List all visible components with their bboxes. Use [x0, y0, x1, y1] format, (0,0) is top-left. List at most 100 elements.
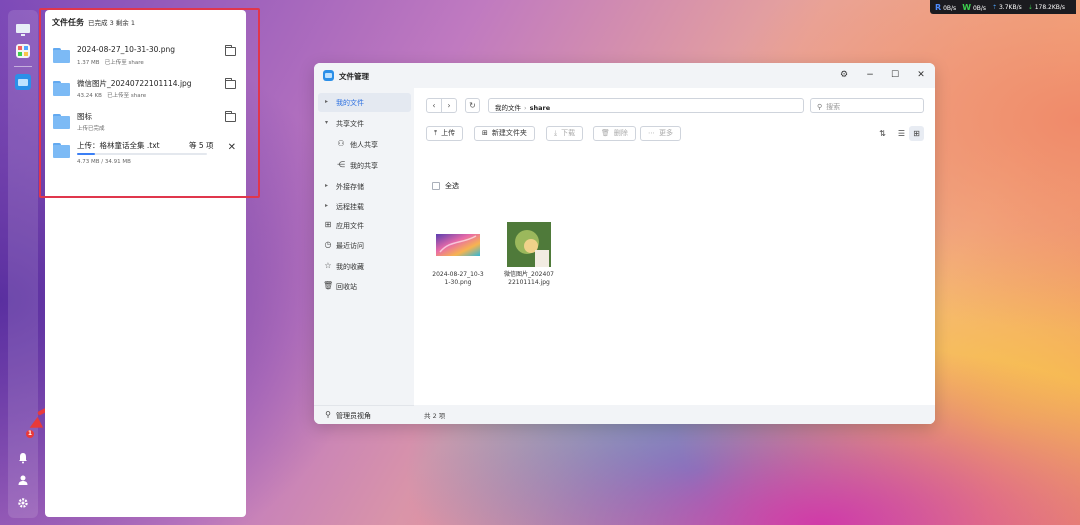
forward-button[interactable]: ›	[442, 99, 456, 112]
breadcrumb-current: share	[529, 104, 551, 112]
task-item: 微信图片_20240722101114.jpg 43.24 KB 已上传至 sh…	[52, 78, 242, 108]
task-meta: 43.24 KB 已上传至 share	[77, 91, 146, 99]
breadcrumb-root[interactable]: 我的文件	[495, 104, 521, 112]
sidebar-item-label: 我的收藏	[336, 263, 364, 271]
file-task-panel: 文件任务 已完成 3 剩余 1 2024-08-27_10-31-30.png …	[45, 10, 246, 517]
task-status: 已上传至 share	[104, 60, 144, 66]
more-icon: ⋯	[648, 129, 655, 137]
new-folder-label: 新建文件夹	[491, 129, 527, 137]
sidebar-item-favorites[interactable]: ☆ 我的收藏	[318, 257, 411, 276]
sort-icon[interactable]: ⇅	[875, 126, 890, 141]
upload-progress-text: 4.73 MB / 34.91 MB	[77, 159, 131, 165]
sidebar-item-my-shares[interactable]: ⋲ 我的共享	[318, 156, 411, 175]
sidebar-item-shared-by-others[interactable]: ⚇ 他人共享	[318, 135, 411, 154]
download-icon: ⤓	[554, 129, 558, 137]
notification-icon[interactable]	[16, 452, 30, 466]
upload-icon: ⤒	[434, 129, 438, 137]
image-thumbnail	[434, 222, 482, 267]
file-name: 微信图片_20240722101114.jpg	[504, 271, 554, 286]
sidebar-item-recycle-bin[interactable]: 🗑 回收站	[318, 277, 411, 296]
search-icon: ⚲	[817, 103, 823, 111]
sidebar-item-remote-mount[interactable]: ▸ 远程挂载	[318, 197, 411, 216]
breadcrumb[interactable]: 我的文件 › share	[488, 98, 804, 113]
grid-icon: ⊞	[324, 220, 332, 229]
download-label: 下载	[561, 129, 576, 137]
upload-speed: 3.7KB/s	[998, 3, 1022, 11]
settings-gear-icon[interactable]: ⚙	[838, 69, 850, 81]
settings-icon[interactable]	[16, 497, 30, 511]
task-status: 上传已完成	[77, 126, 105, 132]
caret-right-icon: ▸	[325, 182, 329, 189]
download-arrow-icon: ⇣	[1027, 3, 1033, 11]
minimize-button[interactable]: −	[864, 69, 876, 81]
list-view-icon[interactable]: ☰	[894, 126, 909, 141]
sidebar-item-external-storage[interactable]: ▸ 外接存储	[318, 177, 411, 196]
file-tile[interactable]: 2024-08-27_10-31-30.png	[432, 222, 484, 287]
desktop-icon[interactable]	[15, 22, 31, 38]
select-all-label: 全选	[445, 182, 459, 190]
item-count: 共 2 项	[424, 412, 446, 420]
sidebar-item-app-files[interactable]: ⊞ 应用文件	[318, 216, 411, 235]
sidebar-item-label: 最近访问	[336, 242, 364, 250]
open-folder-icon[interactable]	[225, 111, 236, 122]
folder-icon	[53, 48, 70, 63]
task-item-uploading: 上传：格林童话全集 .txt 等 5 项 4.73 MB / 34.91 MB …	[52, 140, 242, 170]
refresh-button[interactable]: ↻	[465, 98, 480, 113]
file-manager-window: 文件管理 ⚙ − ☐ ✕ ▸ 我的文件 ▾ 共享文件 ⚇ 他人共享 ⋲ 我的共享…	[314, 63, 935, 424]
more-button[interactable]: ⋯ 更多	[640, 126, 681, 141]
user-search-icon: ⚲	[325, 410, 331, 419]
admin-view-label: 管理员视角	[336, 412, 371, 420]
read-speed: 0B/s	[943, 4, 957, 12]
history-nav: ‹ ›	[426, 98, 457, 113]
cancel-upload-icon[interactable]: ✕	[228, 143, 236, 153]
open-folder-icon[interactable]	[225, 78, 236, 89]
task-name: 上传：格林童话全集 .txt	[77, 141, 160, 150]
select-all-checkbox[interactable]	[432, 182, 440, 190]
back-button[interactable]: ‹	[427, 99, 442, 112]
new-folder-button[interactable]: ⊞ 新建文件夹	[474, 126, 535, 141]
sidebar-item-label: 回收站	[336, 283, 357, 291]
file-tile[interactable]: 微信图片_20240722101114.jpg	[503, 222, 555, 287]
download-button[interactable]: ⤓ 下载	[546, 126, 584, 141]
close-button[interactable]: ✕	[915, 69, 927, 81]
task-size: 43.24 KB	[77, 93, 102, 99]
more-label: 更多	[659, 129, 673, 137]
app-center-icon[interactable]	[15, 43, 31, 59]
upload-button[interactable]: ⤒ 上传	[426, 126, 464, 141]
sidebar-item-label: 应用文件	[336, 222, 364, 230]
file-name: 2024-08-27_10-31-30.png	[432, 271, 484, 286]
sidebar-item-my-files[interactable]: ▸ 我的文件	[318, 93, 411, 112]
search-input[interactable]: ⚲ 搜索	[810, 98, 924, 113]
upload-progress-bar	[77, 153, 207, 155]
trash-icon: 🗑	[601, 129, 610, 137]
read-label: R	[935, 2, 942, 12]
folder-icon	[53, 143, 70, 158]
delete-button[interactable]: 🗑 删除	[593, 126, 636, 141]
file-manager-icon[interactable]	[15, 74, 31, 90]
network-stats: R 0B/s W 0B/s ⇡ 3.7KB/s ⇣ 178.2KB/s	[930, 0, 1076, 14]
upload-arrow-icon: ⇡	[992, 3, 998, 11]
maximize-button[interactable]: ☐	[889, 69, 901, 81]
sidebar-item-label: 外接存储	[336, 183, 364, 191]
caret-down-icon: ▾	[325, 119, 329, 126]
sidebar-item-label: 我的共享	[350, 162, 378, 170]
sidebar-item-label: 他人共享	[350, 141, 378, 149]
task-status: 已上传至 share	[107, 93, 147, 99]
select-all[interactable]: 全选	[432, 181, 459, 191]
sidebar-item-recent[interactable]: ◷ 最近访问	[318, 236, 411, 255]
grid-view-icon[interactable]: ⊞	[909, 126, 924, 141]
caret-right-icon: ▸	[325, 98, 329, 105]
new-folder-icon: ⊞	[482, 129, 488, 137]
user-icon[interactable]	[16, 474, 30, 488]
sidebar-item-shared-files[interactable]: ▾ 共享文件	[318, 114, 411, 133]
admin-view-toggle[interactable]: ⚲ 管理员视角	[314, 405, 414, 424]
task-name: 2024-08-27_10-31-30.png	[77, 45, 176, 54]
open-folder-icon[interactable]	[225, 45, 236, 56]
file-manager-logo-icon	[323, 70, 334, 81]
download-speed: 178.2KB/s	[1034, 3, 1066, 11]
caret-right-icon: ▸	[325, 202, 329, 209]
title-bar: 文件管理 ⚙ − ☐ ✕	[314, 63, 935, 88]
sidebar-item-label: 共享文件	[336, 120, 364, 128]
task-meta: 1.37 MB 已上传至 share	[77, 58, 144, 66]
write-label: W	[962, 2, 972, 12]
